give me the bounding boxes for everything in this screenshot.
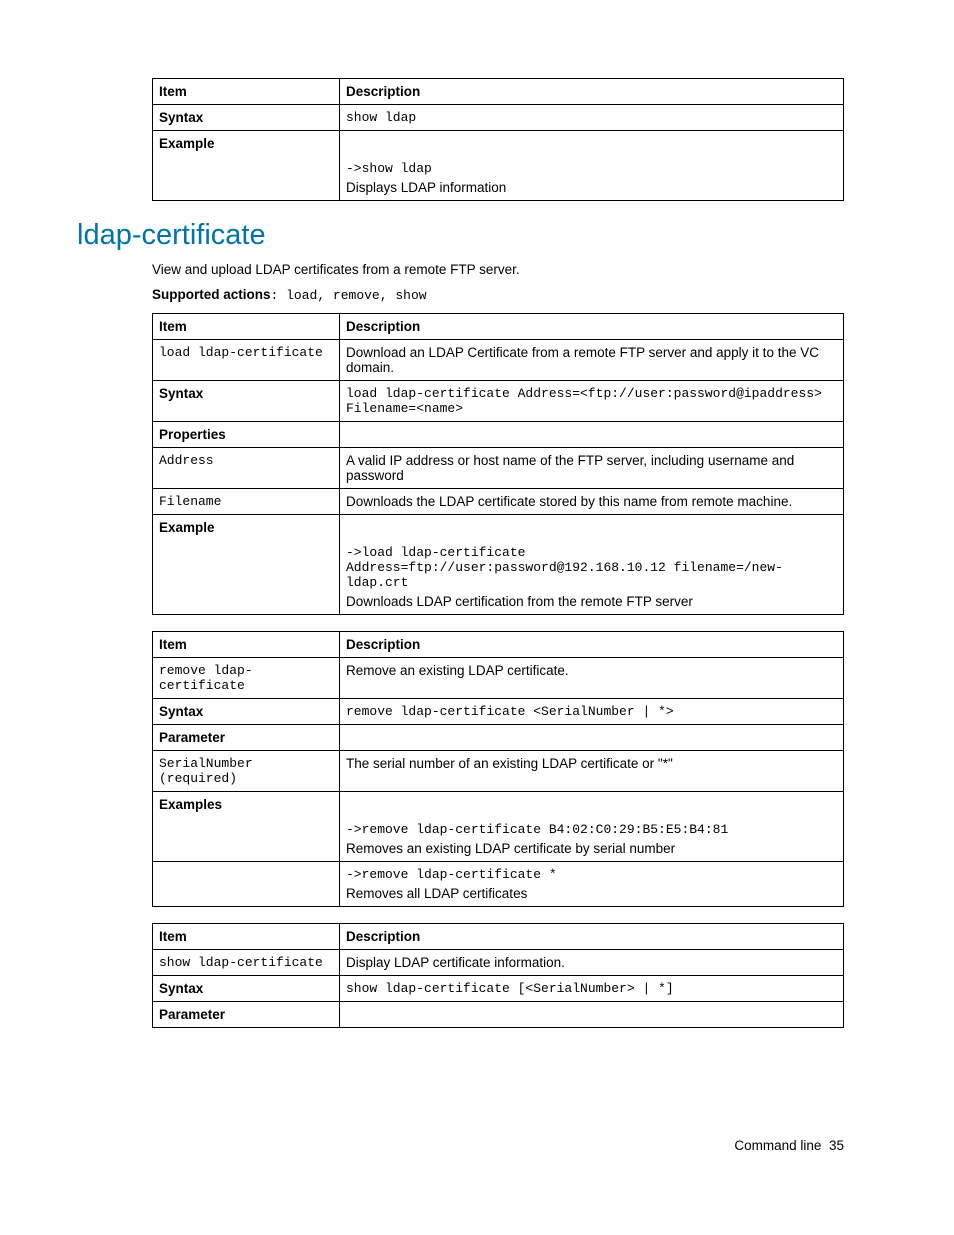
empty-cell	[153, 817, 340, 862]
syntax-code: remove ldap-certificate <SerialNumber | …	[340, 699, 844, 725]
empty-cell	[153, 862, 340, 907]
table-show-ldap: Item Description Syntax show ldap Exampl…	[152, 78, 844, 201]
table-show-ldap-cert: Item Description show ldap-certificate D…	[152, 923, 844, 1028]
parameter-label: Parameter	[153, 1002, 340, 1028]
syntax-label: Syntax	[153, 699, 340, 725]
syntax-label: Syntax	[153, 976, 340, 1002]
example-label: Example	[153, 515, 340, 541]
example2-code: ->remove ldap-certificate *	[346, 867, 837, 882]
page-footer: Command line 35	[77, 1138, 844, 1153]
syntax-value: show ldap	[340, 105, 844, 131]
command-name: remove ldap-certificate	[153, 658, 340, 699]
example1-content: ->remove ldap-certificate B4:02:C0:29:B5…	[340, 817, 844, 862]
section-intro: View and upload LDAP certificates from a…	[152, 262, 844, 277]
examples-label: Examples	[153, 792, 340, 818]
empty-cell	[153, 540, 340, 615]
command-description: Display LDAP certificate information.	[340, 950, 844, 976]
parameter-label: Parameter	[153, 725, 340, 751]
example-description: Displays LDAP information	[346, 180, 837, 195]
parameter-serialnumber-desc: The serial number of an existing LDAP ce…	[340, 751, 844, 792]
supported-label: Supported actions	[152, 287, 271, 302]
example-code: ->show ldap	[346, 161, 837, 176]
example1-code: ->remove ldap-certificate B4:02:C0:29:B5…	[346, 822, 837, 837]
section-heading: ldap-certificate	[77, 219, 844, 252]
table-header-description: Description	[340, 632, 844, 658]
empty-cell	[340, 725, 844, 751]
table-header-item: Item	[153, 314, 340, 340]
command-description: Download an LDAP Certificate from a remo…	[340, 340, 844, 381]
empty-cell	[340, 131, 844, 157]
table-header-description: Description	[340, 79, 844, 105]
table-header-description: Description	[340, 314, 844, 340]
command-name: load ldap-certificate	[153, 340, 340, 381]
table-header-description: Description	[340, 924, 844, 950]
supported-values: : load, remove, show	[271, 288, 427, 303]
example2-content: ->remove ldap-certificate * Removes all …	[340, 862, 844, 907]
property-filename-desc: Downloads the LDAP certificate stored by…	[340, 489, 844, 515]
example-content: ->show ldap Displays LDAP information	[340, 156, 844, 201]
syntax-label: Syntax	[153, 381, 340, 422]
footer-page-number: 35	[829, 1138, 844, 1153]
example-code: ->load ldap-certificate Address=ftp://us…	[346, 545, 837, 590]
example1-description: Removes an existing LDAP certificate by …	[346, 841, 837, 856]
command-name: show ldap-certificate	[153, 950, 340, 976]
footer-section: Command line	[734, 1138, 821, 1153]
example-content: ->load ldap-certificate Address=ftp://us…	[340, 540, 844, 615]
table-header-item: Item	[153, 632, 340, 658]
syntax-label: Syntax	[153, 105, 340, 131]
table-header-item: Item	[153, 79, 340, 105]
empty-cell	[340, 515, 844, 541]
empty-cell	[340, 1002, 844, 1028]
properties-label: Properties	[153, 422, 340, 448]
example-label: Example	[153, 131, 340, 157]
parameter-serialnumber: SerialNumber (required)	[153, 751, 340, 792]
example-description: Downloads LDAP certification from the re…	[346, 594, 837, 609]
empty-cell	[340, 422, 844, 448]
syntax-code: show ldap-certificate [<SerialNumber> | …	[340, 976, 844, 1002]
command-description: Remove an existing LDAP certificate.	[340, 658, 844, 699]
property-filename: Filename	[153, 489, 340, 515]
supported-actions: Supported actions: load, remove, show	[152, 287, 844, 303]
table-remove-ldap-cert: Item Description remove ldap-certificate…	[152, 631, 844, 907]
example2-description: Removes all LDAP certificates	[346, 886, 837, 901]
table-header-item: Item	[153, 924, 340, 950]
empty-cell	[340, 792, 844, 818]
table-load-ldap-cert: Item Description load ldap-certificate D…	[152, 313, 844, 615]
syntax-code: load ldap-certificate Address=<ftp://use…	[340, 381, 844, 422]
property-address: Address	[153, 448, 340, 489]
empty-cell	[153, 156, 340, 201]
property-address-desc: A valid IP address or host name of the F…	[340, 448, 844, 489]
